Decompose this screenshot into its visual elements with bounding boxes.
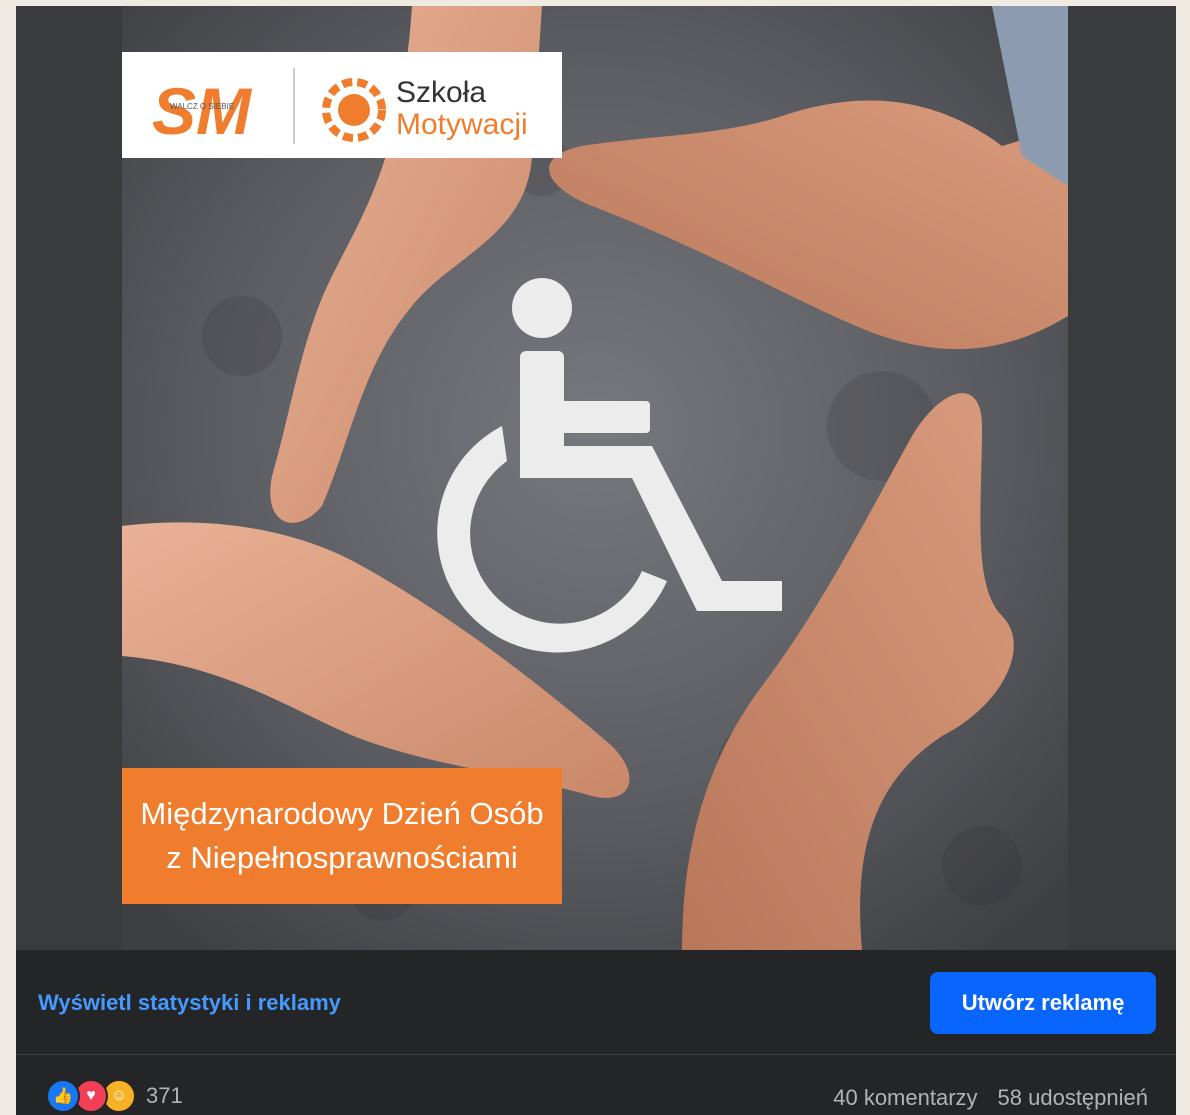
title-banner: Międzynarodowy Dzień Osób z Niepełnospra… — [122, 768, 562, 904]
shares-count[interactable]: 58 udostępnień — [998, 1085, 1148, 1111]
banner-line1: Międzynarodowy Dzień Osób — [140, 796, 543, 831]
post-card: SM WALCZ O SIEBIE Szkoła Motywacji Międz… — [16, 6, 1176, 1115]
logo-sm: SM — [152, 74, 253, 148]
banner-line2: z Niepełnosprawnościami — [166, 840, 518, 875]
logo-school-line1: Szkoła — [396, 76, 486, 109]
logo-box: SM WALCZ O SIEBIE Szkoła Motywacji — [122, 52, 562, 158]
create-ad-button[interactable]: Utwórz reklamę — [930, 972, 1156, 1034]
like-icon: 👍 — [46, 1079, 80, 1113]
post-footer: 👍 ♥ ☺ 371 40 komentarzy 58 udostępnień — [16, 1055, 1176, 1115]
post-media[interactable]: SM WALCZ O SIEBIE Szkoła Motywacji Międz… — [16, 6, 1176, 950]
view-insights-link[interactable]: Wyświetl statystyki i reklamy — [38, 990, 341, 1016]
logo-tagline: WALCZ O SIEBIE — [170, 102, 234, 111]
post-image[interactable]: SM WALCZ O SIEBIE Szkoła Motywacji Międz… — [122, 6, 1068, 950]
post-actions-bar: Wyświetl statystyki i reklamy Utwórz rek… — [16, 950, 1176, 1055]
logo-school-line2: Motywacji — [396, 108, 528, 141]
comments-count[interactable]: 40 komentarzy — [833, 1085, 977, 1111]
reactions-summary[interactable]: 👍 ♥ ☺ 371 — [46, 1079, 183, 1113]
engagement-counts: 40 komentarzy 58 udostępnień — [833, 1085, 1148, 1111]
reaction-count[interactable]: 371 — [146, 1083, 183, 1109]
